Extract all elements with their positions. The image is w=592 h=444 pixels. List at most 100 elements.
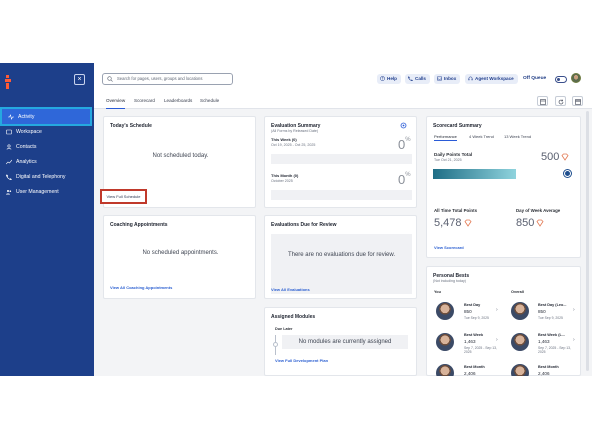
help-button[interactable]: ? Help: [377, 74, 401, 84]
user-avatar[interactable]: [571, 73, 581, 83]
sidebar-item-digital-telephony[interactable]: Digital and Telephony: [0, 169, 94, 184]
diamond-icon: [536, 219, 544, 227]
tab-schedule[interactable]: Schedule: [200, 97, 219, 109]
tab-performance[interactable]: Performance: [434, 134, 457, 141]
best-day-date: Tue Sep 9, 2025: [464, 316, 489, 320]
users-icon: [6, 189, 12, 194]
tab-4-week-trend[interactable]: 4 Week Trend: [469, 134, 494, 139]
sidebar: × Activity Workspace Contacts Analytics …: [0, 63, 94, 376]
month-bar: [271, 190, 412, 200]
view-full-schedule-link[interactable]: View Full Schedule: [100, 189, 147, 204]
personal-bests-card: Personal Bests (Not including today) You…: [426, 266, 581, 376]
coaching-title: Coaching Appointments: [110, 222, 168, 228]
daily-points-value: 500: [541, 151, 569, 163]
avatar: [511, 302, 529, 320]
analytics-icon: [6, 159, 12, 164]
layout-button[interactable]: [537, 96, 548, 106]
chevron-right-icon[interactable]: ›: [573, 337, 575, 343]
scorecard-summary-card: Scorecard Summary Performance 4 Week Tre…: [426, 116, 581, 258]
activity-icon: [8, 113, 14, 120]
page-scrollbar[interactable]: [586, 111, 589, 371]
overall-best-week-value: 1,463: [538, 339, 550, 344]
view-scorecard-link[interactable]: View Scorecard: [434, 245, 464, 250]
schedule-card: Today's Schedule Not scheduled today. Vi…: [100, 116, 256, 208]
chevron-right-icon[interactable]: ›: [573, 307, 575, 313]
scorecard-title: Scorecard Summary: [433, 123, 482, 129]
sidebar-item-analytics[interactable]: Analytics: [0, 154, 94, 169]
day-avg-value: 850: [516, 217, 544, 229]
calls-button[interactable]: Calls: [405, 74, 430, 84]
sidebar-item-label: Analytics: [16, 158, 37, 165]
chevron-right-icon[interactable]: ›: [496, 337, 498, 343]
best-day-label: Best Day: [464, 303, 481, 307]
sidebar-item-contacts[interactable]: Contacts: [0, 139, 94, 154]
coaching-empty: No scheduled appointments.: [142, 250, 219, 256]
agent-workspace-button[interactable]: Agent Workspace: [465, 74, 518, 84]
tab-scorecard[interactable]: Scorecard: [134, 97, 155, 109]
best-day-value: 850: [464, 309, 472, 314]
avatar: [436, 333, 454, 351]
top-bar: Search for pages, users, groups and loca…: [94, 63, 592, 93]
review-empty: There are no evaluations due for review.: [287, 252, 396, 258]
schedule-empty: Not scheduled today.: [152, 153, 209, 159]
avatar: [511, 364, 529, 376]
overall-best-day-label: Best Day (Leo...: [538, 303, 567, 307]
app-window: × Activity Workspace Contacts Analytics …: [0, 63, 592, 376]
review-title: Evaluations Due for Review: [271, 222, 337, 228]
sidebar-nav: Activity Workspace Contacts Analytics Di…: [0, 107, 94, 199]
progress-target-marker: [564, 170, 571, 177]
view-development-plan-link[interactable]: View Full Development Plan: [275, 358, 328, 363]
review-empty-area: [271, 234, 412, 294]
inbox-button[interactable]: Inbox: [434, 74, 461, 84]
tab-13-week-trend[interactable]: 13 Week Trend: [504, 134, 531, 139]
queue-toggle[interactable]: [555, 76, 567, 83]
all-time-label: All Time Total Points: [434, 208, 478, 213]
overall-header: Overall: [511, 290, 524, 294]
avatar: [436, 302, 454, 320]
view-evaluations-link[interactable]: View All Evaluations: [271, 287, 310, 292]
agent-workspace-label: Agent Workspace: [475, 76, 514, 81]
tab-bar: Overview Scorecard Leaderboards Schedule: [94, 93, 592, 109]
progress-fill: [433, 169, 516, 179]
calls-label: Calls: [415, 76, 426, 81]
close-icon: ×: [77, 76, 82, 83]
layout-icon: [540, 98, 546, 105]
sidebar-item-activity[interactable]: Activity: [0, 107, 92, 126]
overall-best-week-date: Sep 7, 2025 - Sep 13, 2025: [538, 346, 571, 354]
phone-icon: [408, 76, 413, 81]
you-header: You: [434, 290, 441, 294]
search-input[interactable]: Search for pages, users, groups and loca…: [102, 73, 233, 85]
evaluation-subtitle: (All Forms by Released Date): [271, 129, 319, 133]
brand-logo: [5, 75, 11, 89]
overall-best-day-value: 850: [538, 309, 546, 314]
headset-icon: [468, 76, 473, 81]
modules-empty: No modules are currently assigned: [282, 335, 408, 349]
svg-text:?: ?: [381, 77, 383, 81]
off-queue-label: Off Queue: [523, 76, 547, 81]
best-week-date: Sep 7, 2025 - Sep 13, 2025: [464, 346, 497, 354]
modules-title: Assigned Modules: [271, 314, 316, 320]
week-label: This Week (0): [271, 137, 297, 142]
popout-button[interactable]: [572, 96, 583, 106]
view-coaching-link[interactable]: View All Coaching Appointments: [110, 285, 172, 290]
overall-best-month-label: Best Month: [538, 365, 559, 369]
tab-overview[interactable]: Overview: [106, 97, 126, 109]
help-icon: ?: [380, 76, 385, 81]
bests-subtitle: (Not including today): [433, 279, 466, 283]
sidebar-item-user-management[interactable]: User Management: [0, 184, 94, 199]
evaluation-summary-card: Evaluation Summary (All Forms by Release…: [264, 116, 417, 208]
tab-leaderboards[interactable]: Leaderboards: [164, 97, 192, 109]
gear-icon[interactable]: [400, 122, 407, 129]
best-week-value: 1,463: [464, 339, 476, 344]
refresh-button[interactable]: [555, 96, 566, 106]
avatar: [511, 333, 529, 351]
coaching-card: Coaching Appointments No scheduled appoi…: [103, 215, 256, 299]
diamond-icon: [561, 153, 569, 161]
best-month-label: Best Month: [464, 365, 485, 369]
sidebar-item-workspace[interactable]: Workspace: [0, 124, 94, 139]
chevron-right-icon[interactable]: ›: [496, 307, 498, 313]
overall-best-week-label: Best Week (L...: [538, 333, 565, 337]
sidebar-item-label: User Management: [16, 188, 59, 195]
sidebar-collapse-button[interactable]: ×: [74, 74, 85, 85]
telephony-icon: [6, 174, 12, 180]
